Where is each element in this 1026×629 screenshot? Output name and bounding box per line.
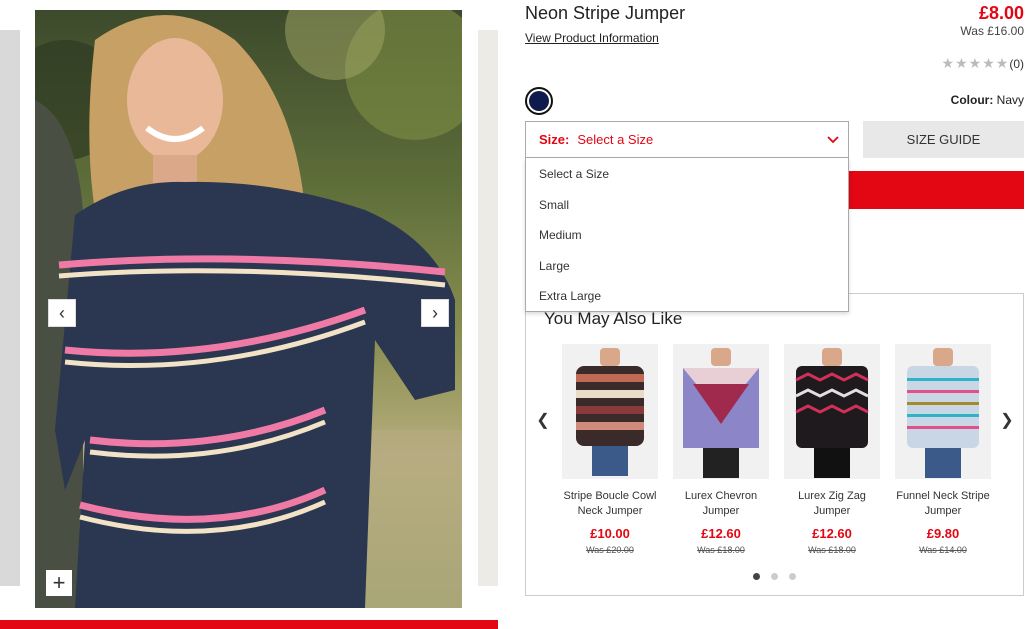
product-title: Neon Stripe Jumper	[525, 3, 686, 23]
product-card-name[interactable]: Lurex Chevron Jumper	[673, 489, 769, 519]
colour-label: Colour:	[950, 93, 994, 107]
zoom-button[interactable]: +	[46, 570, 72, 596]
size-option-large[interactable]: Large	[526, 251, 848, 282]
star-icon: ★	[968, 55, 982, 71]
was-price: Was £16.00	[960, 24, 1024, 38]
star-icon: ★	[982, 55, 995, 71]
view-product-information-link[interactable]: View Product Information	[525, 31, 659, 45]
product-card-name[interactable]: Lurex Zig Zag Jumper	[784, 489, 880, 519]
size-selected-value: Select a Size	[577, 132, 654, 147]
carousel-prev-button[interactable]: ❮	[536, 410, 550, 430]
product-card[interactable]: Funnel Neck Stripe Jumper £9.80 Was £14.…	[895, 344, 991, 555]
red-accent-bar	[0, 620, 498, 629]
model-photo	[35, 10, 462, 608]
next-image-peek[interactable]	[478, 30, 498, 586]
product-card-price: £12.60	[812, 526, 852, 541]
gallery-next-button[interactable]: ›	[421, 299, 449, 327]
carousel-title: You May Also Like	[544, 309, 683, 328]
chevron-down-icon	[827, 136, 839, 144]
carousel-dot[interactable]	[771, 573, 778, 580]
chevron-left-icon: ‹	[59, 302, 65, 323]
plus-icon: +	[52, 570, 66, 595]
swatch-fill	[529, 91, 549, 111]
size-dropdown-menu: Select a Size Small Medium Large Extra L…	[525, 158, 849, 312]
size-select[interactable]: Size: Select a Size	[525, 121, 849, 158]
size-guide-button[interactable]: SIZE GUIDE	[863, 121, 1024, 158]
product-card[interactable]: Lurex Zig Zag Jumper £12.60 Was £18.00	[784, 344, 880, 555]
product-card[interactable]: Stripe Boucle Cowl Neck Jumper £10.00 Wa…	[562, 344, 658, 555]
product-card-name[interactable]: Stripe Boucle Cowl Neck Jumper	[562, 489, 658, 519]
product-card-was-price: Was £20.00	[586, 545, 634, 555]
product-card[interactable]: Lurex Chevron Jumper £12.60 Was £18.00	[673, 344, 769, 555]
you-may-also-like-carousel: You May Also Like ❮ ❯ Stripe Boucle Cowl…	[525, 293, 1024, 596]
chevron-right-icon: ❯	[1000, 412, 1014, 429]
carousel-dot[interactable]	[789, 573, 796, 580]
colour-swatch-navy[interactable]	[525, 87, 553, 115]
star-icon: ★	[995, 55, 1009, 71]
product-main-image	[35, 10, 462, 608]
current-price: £8.00	[978, 3, 1024, 23]
rating-count: (0)	[1009, 56, 1024, 71]
chevron-right-icon: ›	[432, 302, 438, 323]
product-card-was-price: Was £14.00	[919, 545, 967, 555]
product-card-price: £10.00	[590, 526, 630, 541]
product-thumbnail[interactable]	[784, 344, 880, 479]
size-option-medium[interactable]: Medium	[526, 220, 848, 251]
size-option-extra-large[interactable]: Extra Large	[526, 281, 848, 312]
product-card-price: £9.80	[926, 526, 960, 541]
star-icon: ★	[941, 55, 955, 71]
carousel-dot[interactable]	[753, 573, 760, 580]
star-icon: ★	[955, 55, 968, 71]
product-card-name[interactable]: Funnel Neck Stripe Jumper	[895, 489, 991, 519]
rating[interactable]: ★ ★ ★ ★ ★ (0)	[942, 55, 1024, 72]
size-label: Size:	[539, 132, 570, 147]
colour-readout: Colour: Navy	[951, 93, 1024, 107]
product-thumbnail[interactable]	[562, 344, 658, 479]
size-option-select[interactable]: Select a Size	[526, 159, 848, 190]
product-card-price: £12.60	[701, 526, 741, 541]
previous-image-peek[interactable]	[0, 30, 20, 586]
gallery-prev-button[interactable]: ‹	[48, 299, 76, 327]
chevron-left-icon: ❮	[536, 412, 550, 429]
product-card-was-price: Was £18.00	[697, 545, 745, 555]
product-thumbnail[interactable]	[895, 344, 991, 479]
colour-value: Navy	[996, 93, 1024, 107]
product-thumbnail[interactable]	[673, 344, 769, 479]
size-option-small[interactable]: Small	[526, 190, 848, 221]
carousel-next-button[interactable]: ❯	[1000, 410, 1014, 430]
carousel-pagination	[753, 573, 796, 580]
product-card-was-price: Was £18.00	[808, 545, 856, 555]
